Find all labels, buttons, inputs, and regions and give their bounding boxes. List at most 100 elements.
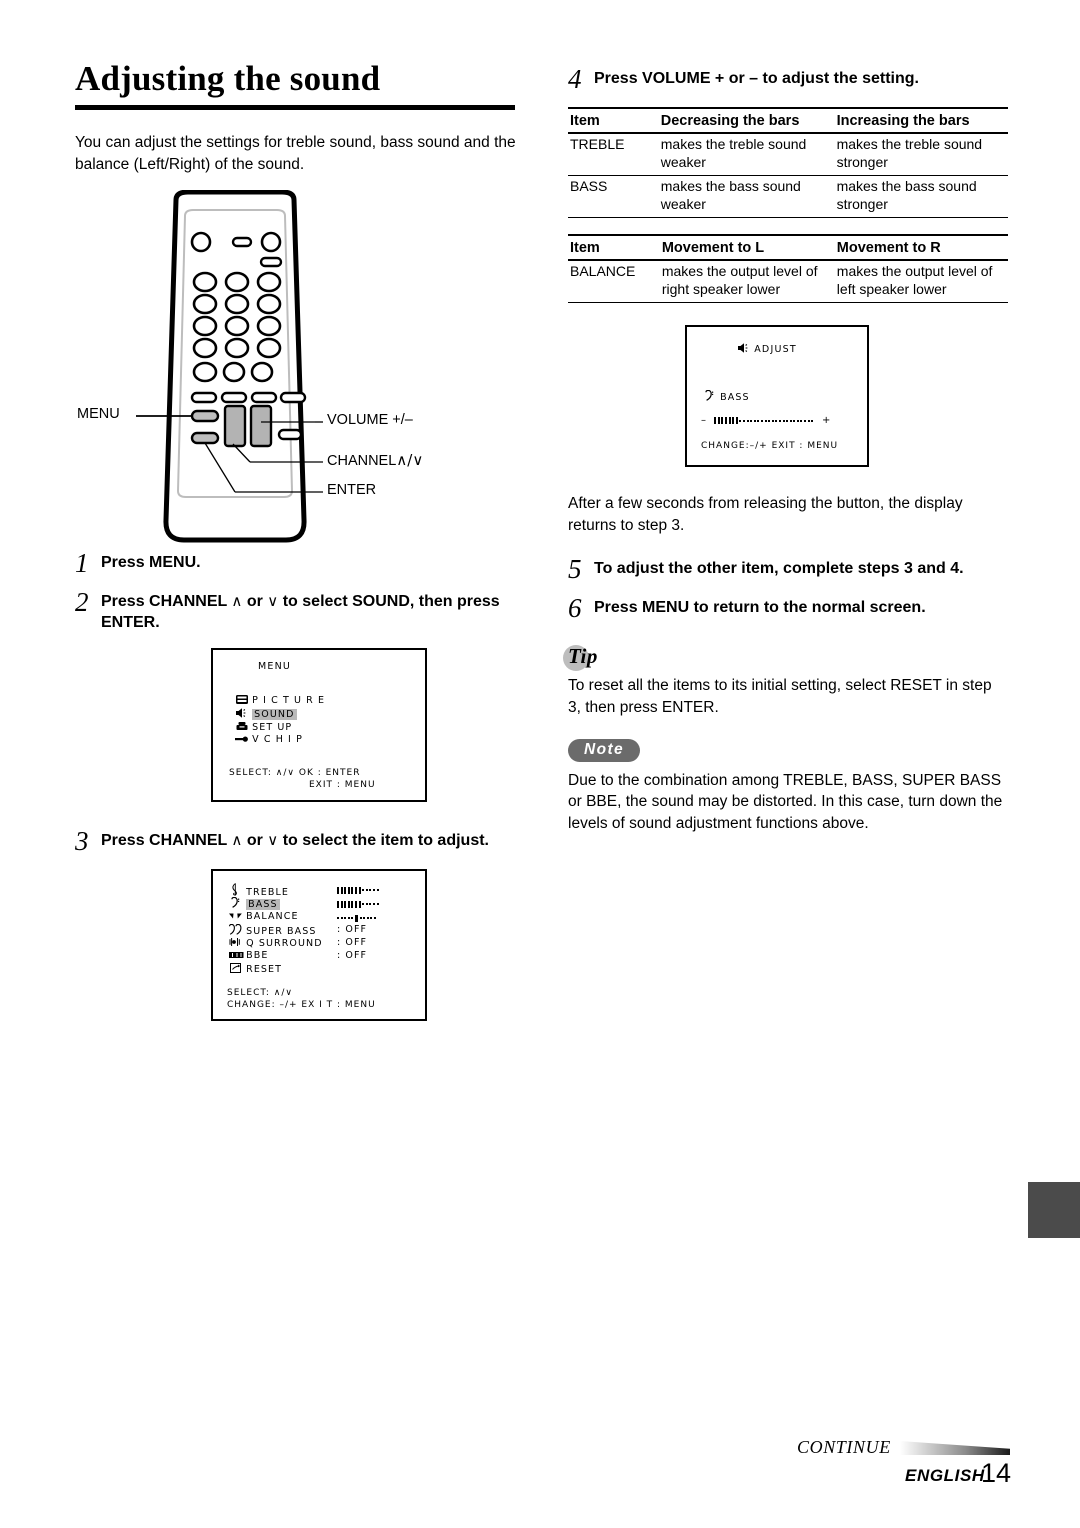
speaker-icon xyxy=(235,707,248,721)
table-balance-r0-l: makes the output level of right speaker … xyxy=(659,260,835,303)
osd-sound-bbe-value: : OFF xyxy=(337,949,368,961)
label-channel-text: CHANNEL xyxy=(327,452,397,469)
table-bars: Item Decreasing the bars Increasing the … xyxy=(568,107,1008,218)
continue-label: CONTINUE xyxy=(797,1437,891,1457)
note-badge: Note xyxy=(568,738,641,762)
bbe-icon xyxy=(229,951,244,962)
double-bass-clef-icon xyxy=(228,923,242,938)
osd-adjust-meter xyxy=(714,416,815,426)
step-6-number: 6 xyxy=(568,593,582,624)
osd-sound-item-bbe: BBE xyxy=(229,950,268,962)
osd-adjust: ADJUST BASS – + CHANGE:–/+ EXIT : MENU xyxy=(685,325,869,467)
tip-text: To reset all the items to its initial se… xyxy=(568,677,992,717)
label-enter: ENTER xyxy=(327,481,377,498)
chevron-down-icon: ∨ xyxy=(267,830,279,849)
remote-volume-button xyxy=(249,404,273,447)
right-column: 4 Press VOLUME + or – to adjust the sett… xyxy=(563,66,1008,835)
bass-clef-icon xyxy=(229,896,242,911)
picture-icon xyxy=(235,694,248,707)
osd-adjust-item-label: BASS xyxy=(720,392,750,403)
note-text: Due to the combination among TREBLE, BAS… xyxy=(568,771,1003,833)
osd-adjust-plus: + xyxy=(821,415,832,426)
label-channel: CHANNEL∧/∨ xyxy=(327,451,423,469)
remote-control-svg xyxy=(136,189,323,542)
osd-sound-item-bass-label: BASS xyxy=(246,898,280,910)
osd-sound-menu: TREBLE BASS BALANCE SUPER BASS: OFF Q S… xyxy=(211,868,427,1021)
table-balance-r0-r: makes the output level of left speaker l… xyxy=(834,260,1008,303)
osd-adjust-footer: CHANGE:–/+ EXIT : MENU xyxy=(701,441,839,451)
manual-page: Adjusting the sound You can adjust the s… xyxy=(0,0,1080,1528)
table-balance: Item Movement to L Movement to R BALANCE… xyxy=(568,234,1008,303)
step-4: 4 Press VOLUME + or – to adjust the sett… xyxy=(568,66,1008,93)
table-balance-header-item: Item xyxy=(568,234,660,261)
tip-badge-label: Tip xyxy=(568,644,598,669)
osd-menu-item-setup-label: SET UP xyxy=(252,721,293,733)
setup-icon xyxy=(235,721,248,734)
remote-control-diagram: MENU VOLUME +/– CHANNEL∧/∨ ENTER xyxy=(75,189,520,560)
step-2-text: Press CHANNEL ∧ or ∨ to select SOUND, th… xyxy=(101,591,520,634)
chevron-up-icon: ∧ xyxy=(231,591,243,610)
osd-sound-item-reset: RESET xyxy=(229,962,282,976)
osd-menu-item-picture: P I C T U R E xyxy=(235,694,326,707)
table-balance-header-l: Movement to L xyxy=(659,234,835,261)
osd-sound-superbass-value: : OFF xyxy=(337,923,368,935)
osd-sound-item-qsurround: Q SURROUND xyxy=(229,937,323,950)
osd-menu-footer-2: EXIT : MENU xyxy=(309,779,376,790)
page-number: 14 xyxy=(981,1458,1012,1488)
osd-sound-item-bbe-label: BBE xyxy=(246,949,269,961)
table-bars-r1-item: BASS xyxy=(568,175,659,218)
edge-tab-marker xyxy=(1028,1182,1080,1238)
tip-block: Tip To reset all the items to its initia… xyxy=(563,644,1008,718)
step-2-text-b: or xyxy=(242,592,268,610)
osd-sound-bass-meter xyxy=(337,899,380,910)
osd-sound-item-qsurround-label: Q SURROUND xyxy=(246,937,323,949)
language-label: ENGLISH xyxy=(905,1466,985,1485)
step-6: 6 Press MENU to return to the normal scr… xyxy=(568,593,1008,624)
table-row: BALANCE makes the output level of right … xyxy=(568,260,1008,303)
osd-adjust-meter-row: – + xyxy=(701,415,831,426)
osd-main-menu: MENU P I C T U R E SOUND SET UP V C H I … xyxy=(211,647,427,802)
step-3-text: Press CHANNEL ∧ or ∨ to select the item … xyxy=(101,830,489,852)
osd-menu-item-vchip: V C H I P xyxy=(235,734,303,746)
table-bars-header-dec: Decreasing the bars xyxy=(658,107,835,134)
after-note: After a few seconds from releasing the b… xyxy=(568,495,963,534)
osd-menu-item-vchip-label: V C H I P xyxy=(252,733,303,745)
step-4-text: Press VOLUME + or – to adjust the settin… xyxy=(594,70,919,87)
osd-menu-item-setup: SET UP xyxy=(235,721,292,734)
osd-sound-qsurround-value: : OFF xyxy=(337,936,368,948)
table-bars-r0-inc: makes the treble sound stronger xyxy=(834,133,1008,176)
continue-wedge-icon xyxy=(900,1441,1010,1455)
title-rule xyxy=(75,104,515,110)
osd-menu-item-sound: SOUND xyxy=(235,707,297,721)
table-balance-header-r: Movement to R xyxy=(834,234,1008,261)
table-row: TREBLE makes the treble sound weaker mak… xyxy=(568,133,1008,176)
label-menu: MENU xyxy=(77,405,120,422)
osd-menu-title: MENU xyxy=(258,660,292,672)
left-column: Adjusting the sound You can adjust the s… xyxy=(75,59,520,1021)
osd-menu-item-picture-label: P I C T U R E xyxy=(252,694,326,706)
osd-menu-footer-1: SELECT: ∧/∨ OK : ENTER xyxy=(229,767,361,778)
osd-sound-footer-2: CHANGE: –/+ EX I T : MENU xyxy=(227,999,376,1010)
table-bars-header-item: Item xyxy=(568,107,659,134)
remote-enter-button xyxy=(190,431,220,444)
tip-badge: Tip xyxy=(563,644,598,672)
remote-menu-button xyxy=(190,409,220,422)
table-bars-r0-item: TREBLE xyxy=(568,133,659,176)
osd-adjust-item: BASS xyxy=(703,389,750,404)
osd-adjust-title-row: ADJUST xyxy=(737,343,797,356)
osd-menu-item-sound-label: SOUND xyxy=(252,708,297,720)
step-2-number: 2 xyxy=(75,586,89,617)
chevron-up-icon: ∧ xyxy=(231,830,243,849)
step-3-text-b: or xyxy=(242,831,268,849)
step-6-text: Press MENU to return to the normal scree… xyxy=(594,599,926,617)
osd-sound-item-bass: BASS xyxy=(229,896,280,911)
osd-sound-balance-meter xyxy=(337,913,378,924)
label-volume: VOLUME +/– xyxy=(327,411,413,428)
osd-sound-item-superbass: SUPER BASS xyxy=(228,923,317,938)
table-bars-r1-inc: makes the bass sound stronger xyxy=(834,175,1008,218)
table-balance-r0-item: BALANCE xyxy=(568,260,660,303)
osd-sound-item-balance-label: BALANCE xyxy=(246,910,299,922)
step-2: 2 Press CHANNEL ∧ or ∨ to select SOUND, … xyxy=(75,586,520,634)
chevron-down-icon: ∨ xyxy=(267,591,279,610)
osd-sound-treble-meter xyxy=(337,885,380,896)
